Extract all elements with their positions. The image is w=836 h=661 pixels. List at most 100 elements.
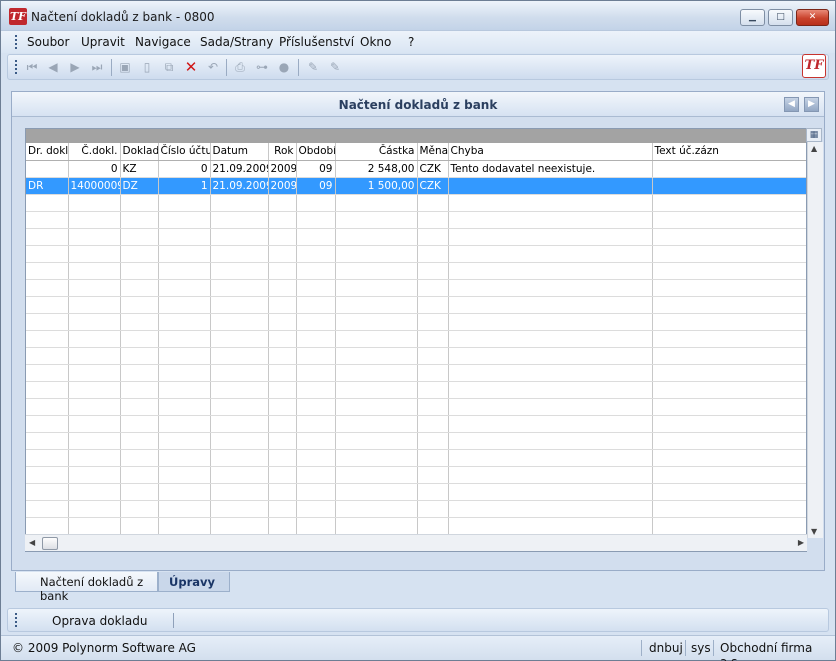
table-cell[interactable] [652, 160, 806, 178]
table-cell[interactable] [448, 245, 653, 263]
table-cell[interactable] [652, 364, 806, 382]
table-cell[interactable] [268, 466, 297, 484]
oprava-dokladu-button[interactable]: Oprava dokladu [52, 614, 147, 628]
table-cell[interactable] [268, 228, 297, 246]
table-cell[interactable] [268, 194, 297, 212]
vertical-scrollbar[interactable]: ▲ ▼ [807, 142, 823, 538]
new-icon[interactable]: ▯ [139, 59, 155, 75]
menu-prislusenstvi[interactable]: Příslušenství [279, 35, 354, 49]
edit-icon[interactable]: ✎ [305, 59, 321, 75]
table-cell[interactable] [296, 228, 336, 246]
table-cell[interactable] [268, 398, 297, 416]
table-cell[interactable] [68, 313, 121, 331]
table-cell[interactable] [120, 194, 159, 212]
table-cell[interactable] [26, 517, 69, 535]
table-cell[interactable] [652, 347, 806, 365]
table-cell[interactable] [120, 483, 159, 501]
table-cell[interactable] [652, 398, 806, 416]
table-cell[interactable] [335, 296, 418, 314]
table-cell[interactable] [68, 347, 121, 365]
table-cell[interactable] [68, 211, 121, 229]
column-header[interactable]: Doklad [120, 143, 159, 161]
table-cell[interactable] [296, 415, 336, 433]
table-row[interactable] [26, 398, 806, 416]
table-row[interactable]: 0 KZ 0 21.09.2009 2009 09 2 548,00 CZK Tento dod… [26, 160, 806, 178]
table-cell[interactable] [210, 279, 269, 297]
table-cell[interactable] [68, 228, 121, 246]
table-cell[interactable] [417, 262, 449, 280]
table-cell[interactable] [448, 211, 653, 229]
table-row[interactable] [26, 262, 806, 280]
table-cell[interactable] [120, 381, 159, 399]
table-cell[interactable] [268, 381, 297, 399]
table-cell[interactable] [158, 194, 211, 212]
table-cell[interactable] [158, 296, 211, 314]
table-cell[interactable] [120, 262, 159, 280]
table-cell[interactable] [652, 194, 806, 212]
table-cell[interactable] [158, 449, 211, 467]
table-cell[interactable] [417, 364, 449, 382]
next-record-icon[interactable]: ▶ [67, 59, 83, 75]
table-cell[interactable] [210, 364, 269, 382]
table-cell[interactable] [26, 279, 69, 297]
table-cell[interactable] [417, 347, 449, 365]
scroll-left-icon[interactable]: ◀ [29, 538, 35, 547]
table-row[interactable] [26, 279, 806, 297]
table-cell[interactable] [335, 364, 418, 382]
column-header[interactable]: Č.dokl. [68, 143, 121, 161]
close-button[interactable]: ✕ [796, 9, 829, 26]
table-cell[interactable] [68, 194, 121, 212]
table-cell[interactable] [296, 398, 336, 416]
table-cell[interactable] [652, 296, 806, 314]
table-cell[interactable] [26, 483, 69, 501]
table-cell[interactable] [268, 415, 297, 433]
table-cell[interactable] [158, 228, 211, 246]
table-cell[interactable] [652, 177, 806, 195]
table-cell[interactable] [26, 211, 69, 229]
table-cell[interactable]: 21.09.2009 [210, 160, 269, 178]
menubar-grip[interactable] [15, 35, 18, 49]
table-cell[interactable] [448, 415, 653, 433]
table-cell[interactable] [417, 432, 449, 450]
table-cell[interactable] [296, 194, 336, 212]
table-cell[interactable] [448, 262, 653, 280]
table-cell[interactable] [120, 364, 159, 382]
minimize-button[interactable]: ▁ [740, 9, 765, 26]
table-cell[interactable] [652, 381, 806, 399]
table-cell[interactable] [448, 228, 653, 246]
table-cell[interactable] [417, 245, 449, 263]
table-cell[interactable] [296, 500, 336, 518]
table-cell[interactable] [448, 466, 653, 484]
table-row[interactable] [26, 245, 806, 263]
table-cell[interactable]: 0 [68, 160, 121, 178]
table-cell[interactable] [448, 296, 653, 314]
table-cell[interactable] [335, 330, 418, 348]
table-cell[interactable] [448, 194, 653, 212]
table-cell[interactable] [296, 330, 336, 348]
table-cell[interactable] [26, 228, 69, 246]
table-cell[interactable] [335, 466, 418, 484]
maximize-button[interactable]: □ [768, 9, 793, 26]
tab-nacteni-dokladu[interactable]: Načtení dokladů z bank [15, 572, 158, 603]
toolbar-grip[interactable] [15, 60, 18, 74]
table-cell[interactable] [417, 313, 449, 331]
table-cell[interactable] [448, 347, 653, 365]
table-cell[interactable] [68, 500, 121, 518]
table-cell[interactable]: 09 [296, 177, 336, 195]
table-cell[interactable] [335, 381, 418, 399]
table-cell[interactable]: 21.09.2009 [210, 177, 269, 195]
table-cell[interactable] [26, 313, 69, 331]
table-cell[interactable] [417, 279, 449, 297]
table-row[interactable] [26, 347, 806, 365]
table-cell[interactable] [68, 449, 121, 467]
table-cell[interactable] [68, 330, 121, 348]
table-cell[interactable] [268, 245, 297, 263]
table-cell[interactable] [335, 245, 418, 263]
table-cell[interactable] [448, 398, 653, 416]
table-cell[interactable] [68, 483, 121, 501]
copy-icon[interactable]: ⧉ [161, 59, 177, 75]
table-cell[interactable] [158, 466, 211, 484]
table-cell[interactable]: DR [26, 177, 69, 195]
tab-upravy[interactable]: Úpravy [158, 572, 230, 592]
table-row[interactable]: DR 14000009 DZ 1 21.09.2009 2009 09 1 500,00 CZK [26, 177, 806, 195]
